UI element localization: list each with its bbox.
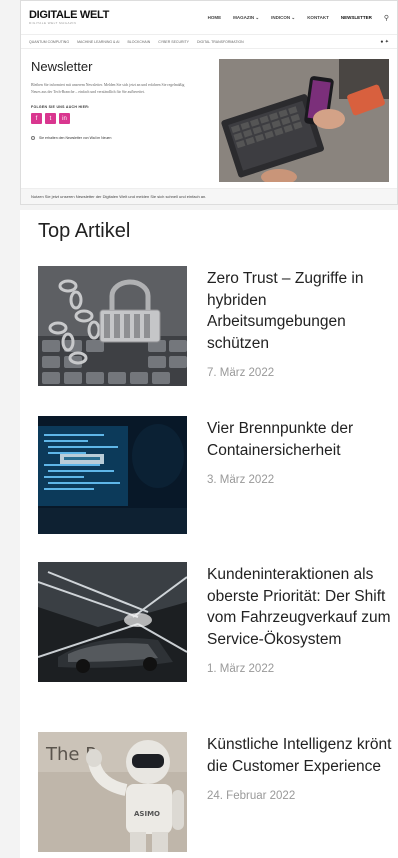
newsletter-body: Newsletter Bleiben Sie informiert mit un… <box>21 49 397 182</box>
article-thumbnail-chain-lock[interactable] <box>38 266 187 386</box>
article-title[interactable]: Zero Trust – Zugriffe in hybriden Arbeit… <box>207 268 398 354</box>
subnav-ml-ai[interactable]: MACHINE LEARNING & AI <box>77 40 119 44</box>
nav-kontakt[interactable]: KONTAKT <box>307 15 329 20</box>
twitter-icon[interactable]: t <box>45 113 56 124</box>
nav-magazin[interactable]: MAGAZIN ⌄ <box>233 15 259 21</box>
article-thumbnail-code-screen[interactable] <box>38 416 187 534</box>
article-item[interactable]: Zero Trust – Zugriffe in hybriden Arbeit… <box>38 266 398 386</box>
newsletter-footer-text: Nutzen Sie jetzt unseren Newsletter der … <box>21 188 397 204</box>
article-text: Kundeninteraktionen als oberste Prioritä… <box>207 562 398 682</box>
newsletter-title: Newsletter <box>31 59 93 74</box>
article-title[interactable]: Vier Brennpunkte der Containersicherheit <box>207 418 398 461</box>
newsletter-page-screenshot: DIGITALE WELT DIGITALE WELT MAGAZIN HOME… <box>20 0 398 205</box>
article-text: Vier Brennpunkte der Containersicherheit… <box>207 416 398 534</box>
site-logo[interactable]: DIGITALE WELT DIGITALE WELT MAGAZIN <box>29 10 109 25</box>
header-social-icons[interactable]: ● ✦ <box>380 39 389 45</box>
search-icon[interactable]: ⚲ <box>384 14 389 22</box>
follow-label: FOLGEN SIE UNS AUCH HIER: <box>31 105 90 109</box>
top-articles-section: Top Artikel Zero Trust – Zugriffe in hyb… <box>20 210 398 858</box>
article-text: Künstliche Intelligenz krönt die Custome… <box>207 732 398 852</box>
article-item[interactable]: Vier Brennpunkte der Containersicherheit… <box>38 416 398 534</box>
article-date: 1. März 2022 <box>207 663 275 675</box>
social-buttons: f t in <box>31 113 206 124</box>
article-title[interactable]: Kundeninteraktionen als oberste Prioritä… <box>207 564 398 650</box>
article-thumbnail-car-tunnel[interactable] <box>38 562 187 682</box>
article-thumbnail-asimo-robot[interactable]: The P ASIMO <box>38 732 187 852</box>
subnav-digital[interactable]: DIGITAL TRANSFORMATION <box>197 40 244 44</box>
article-date: 24. Februar 2022 <box>207 790 296 802</box>
section-title: Top Artikel <box>38 220 131 242</box>
newsletter-option[interactable]: Sie erhalten den Newsletter von Wal im N… <box>31 136 206 140</box>
facebook-icon[interactable]: f <box>31 113 42 124</box>
newsletter-text: Bleiben Sie informiert mit unserem Newsl… <box>31 83 185 94</box>
article-date: 7. März 2022 <box>207 367 275 379</box>
article-date: 3. März 2022 <box>207 474 275 486</box>
nav-indicon[interactable]: INDICON ⌄ <box>271 15 295 21</box>
main-nav: HOME MAGAZIN ⌄ INDICON ⌄ KONTAKT NEWSLET… <box>208 14 389 22</box>
linkedin-icon[interactable]: in <box>59 113 70 124</box>
article-item[interactable]: The P ASIMO Künstliche Intelligenz krönt… <box>38 732 398 852</box>
article-title[interactable]: Künstliche Intelligenz krönt die Custome… <box>207 734 398 777</box>
sub-nav: QUANTUM COMPUTING MACHINE LEARNING & AI … <box>21 35 397 49</box>
site-header: DIGITALE WELT DIGITALE WELT MAGAZIN HOME… <box>21 1 397 35</box>
radio-icon[interactable] <box>31 136 35 140</box>
subnav-blockchain[interactable]: BLOCKCHAIN <box>127 40 150 44</box>
nav-newsletter[interactable]: NEWSLETTER <box>341 15 372 20</box>
nav-home[interactable]: HOME <box>208 15 222 20</box>
newsletter-photo-laptop-phone <box>218 59 389 182</box>
article-item[interactable]: Kundeninteraktionen als oberste Prioritä… <box>38 562 398 682</box>
article-text: Zero Trust – Zugriffe in hybriden Arbeit… <box>207 266 398 386</box>
subnav-cyber[interactable]: CYBER SECURITY <box>158 40 189 44</box>
newsletter-left: Newsletter Bleiben Sie informiert mit un… <box>31 59 206 182</box>
radio-label: Sie erhalten den Newsletter von Wal im N… <box>39 136 112 140</box>
subnav-quantum[interactable]: QUANTUM COMPUTING <box>29 40 69 44</box>
robot-brand-text: ASIMO <box>134 810 160 818</box>
